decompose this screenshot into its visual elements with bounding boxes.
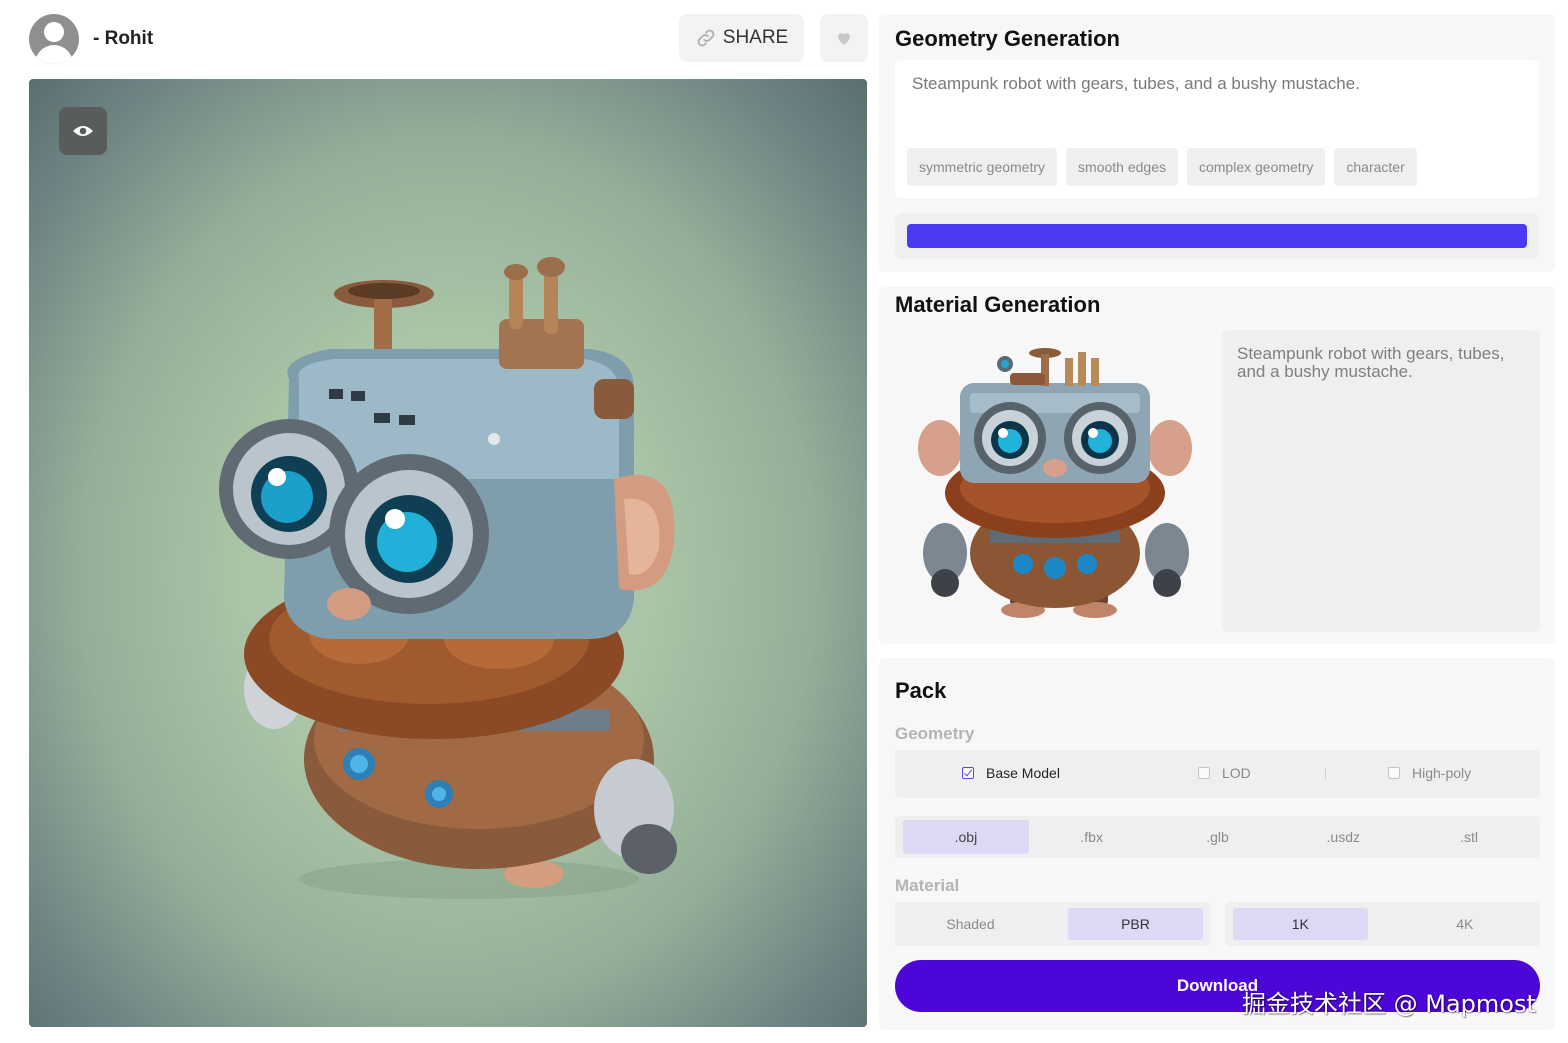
resolution-selector: 1K 4K — [1225, 902, 1540, 946]
tag-character[interactable]: character — [1334, 148, 1417, 186]
model-viewer[interactable] — [29, 79, 867, 1027]
material-prompt-text: Steampunk robot with gears, tubes, and a… — [1237, 344, 1505, 381]
checkbox-unchecked-icon — [1198, 767, 1210, 779]
avatar[interactable] — [29, 14, 79, 64]
format-stl[interactable]: .stl — [1406, 820, 1532, 854]
checkbox-checked-icon — [962, 767, 974, 779]
toggle-view-button[interactable] — [59, 107, 107, 155]
tag-smooth-edges[interactable]: smooth edges — [1066, 148, 1178, 186]
tag-complex-geometry[interactable]: complex geometry — [1186, 148, 1326, 186]
material-prompt-box[interactable]: Steampunk robot with gears, tubes, and a… — [1222, 330, 1540, 632]
option-base-model[interactable]: Base Model — [962, 765, 1060, 781]
resolution-4k[interactable]: 4K — [1398, 908, 1533, 940]
material-generation-panel: Material Generation Steampunk robot with… — [879, 286, 1555, 644]
format-fbx[interactable]: .fbx — [1029, 820, 1155, 854]
shading-selector: Shaded PBR — [895, 902, 1211, 946]
checkbox-unchecked-icon — [1388, 767, 1400, 779]
geometry-generation-panel: Geometry Generation Steampunk robot with… — [879, 14, 1555, 272]
geometry-prompt-box[interactable]: Steampunk robot with gears, tubes, and a… — [895, 60, 1539, 198]
shading-pbr[interactable]: PBR — [1068, 908, 1203, 940]
author-name[interactable]: - Rohit — [93, 28, 153, 50]
material-preview-image[interactable] — [915, 338, 1195, 628]
option-lod[interactable]: LOD — [1198, 765, 1251, 781]
progress-bar-fill — [907, 224, 1527, 248]
geometry-title: Geometry Generation — [895, 26, 1120, 51]
option-lod-label: LOD — [1222, 765, 1251, 781]
option-high-poly[interactable]: High-poly — [1388, 765, 1471, 781]
material-title: Material Generation — [895, 292, 1101, 317]
option-base-model-label: Base Model — [986, 765, 1060, 781]
heart-icon — [838, 33, 850, 45]
material-section-label: Material — [895, 876, 960, 895]
geometry-prompt-text: Steampunk robot with gears, tubes, and a… — [912, 74, 1360, 93]
shading-shaded[interactable]: Shaded — [903, 908, 1038, 940]
share-label: SHARE — [722, 27, 789, 48]
watermark: 掘金技术社区 @ Mapmost — [1242, 990, 1536, 1018]
resolution-1k[interactable]: 1K — [1233, 908, 1368, 940]
format-glb[interactable]: .glb — [1155, 820, 1281, 854]
pack-panel: Pack Geometry Base Model LOD High-poly .… — [879, 658, 1555, 1030]
share-button[interactable]: SHARE — [679, 14, 804, 62]
like-button[interactable] — [820, 14, 868, 62]
tag-symmetric-geometry[interactable]: symmetric geometry — [907, 148, 1058, 186]
geometry-section-label: Geometry — [895, 724, 975, 743]
format-selector: .obj .fbx .glb .usdz .stl — [895, 816, 1540, 858]
format-obj[interactable]: .obj — [903, 820, 1029, 854]
geometry-options: Base Model LOD High-poly — [895, 750, 1540, 798]
format-usdz[interactable]: .usdz — [1280, 820, 1406, 854]
app-root: - Rohit SHARE Geometry Generation Steamp… — [0, 0, 1568, 1043]
robot-model-render — [219, 257, 677, 899]
geometry-tags: symmetric geometry smooth edges complex … — [907, 148, 1417, 186]
pack-title: Pack — [895, 678, 947, 703]
model-header: - Rohit SHARE — [29, 12, 869, 66]
generation-progress — [895, 213, 1539, 259]
eye-icon — [73, 126, 93, 136]
link-icon — [697, 29, 715, 47]
divider — [1325, 768, 1326, 780]
option-high-poly-label: High-poly — [1412, 765, 1472, 781]
